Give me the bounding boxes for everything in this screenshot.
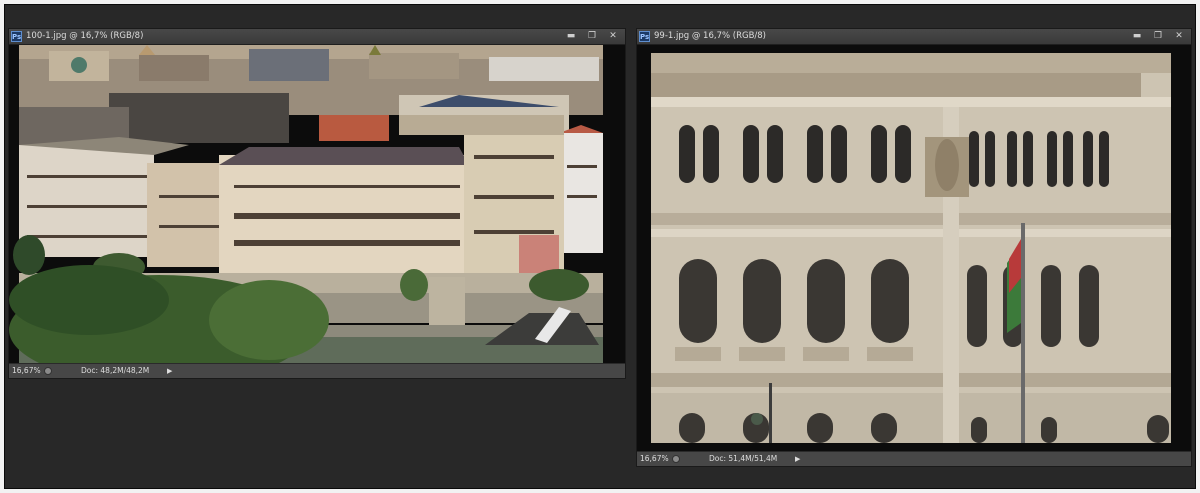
building-facade-photo: [637, 45, 1191, 451]
zoom-level[interactable]: 16,67%: [12, 364, 41, 378]
document-2-canvas[interactable]: [637, 45, 1191, 451]
minimize-icon[interactable]: ▬: [1131, 30, 1143, 43]
photoshop-workspace: Ps 100-1.jpg @ 16,7% (RGB/8) ▬ ❐ ✕ 16,67…: [4, 4, 1196, 489]
document-window-2[interactable]: Ps 99-1.jpg @ 16,7% (RGB/8) ▬ ❐ ✕ 16,67%…: [636, 28, 1192, 467]
status-menu-arrow-icon[interactable]: ▶: [795, 452, 800, 466]
cityscape-photo: [9, 45, 625, 363]
close-icon[interactable]: ✕: [607, 30, 619, 43]
minimize-icon[interactable]: ▬: [565, 30, 577, 43]
document-2-statusbar: 16,67% Doc: 51,4M/51,4M ▶: [637, 451, 1191, 466]
document-1-canvas[interactable]: [9, 45, 625, 363]
document-2-titlebar[interactable]: Ps 99-1.jpg @ 16,7% (RGB/8) ▬ ❐ ✕: [637, 29, 1191, 45]
status-info-icon[interactable]: [672, 455, 680, 463]
status-menu-arrow-icon[interactable]: ▶: [167, 364, 172, 378]
restore-icon[interactable]: ❐: [1152, 30, 1164, 43]
document-window-1[interactable]: Ps 100-1.jpg @ 16,7% (RGB/8) ▬ ❐ ✕ 16,67…: [8, 28, 626, 379]
doc-size-info: Doc: 51,4M/51,4M: [709, 454, 778, 463]
zoom-level[interactable]: 16,67%: [640, 452, 669, 466]
status-info-icon[interactable]: [44, 367, 52, 375]
photoshop-icon: Ps: [11, 31, 22, 42]
document-1-title: 100-1.jpg @ 16,7% (RGB/8): [26, 31, 144, 41]
close-icon[interactable]: ✕: [1173, 30, 1185, 43]
document-2-title: 99-1.jpg @ 16,7% (RGB/8): [654, 31, 766, 41]
document-1-titlebar[interactable]: Ps 100-1.jpg @ 16,7% (RGB/8) ▬ ❐ ✕: [9, 29, 625, 45]
restore-icon[interactable]: ❐: [586, 30, 598, 43]
photoshop-icon: Ps: [639, 31, 650, 42]
document-1-statusbar: 16,67% Doc: 48,2M/48,2M ▶: [9, 363, 625, 378]
doc-size-info: Doc: 48,2M/48,2M: [81, 366, 150, 375]
